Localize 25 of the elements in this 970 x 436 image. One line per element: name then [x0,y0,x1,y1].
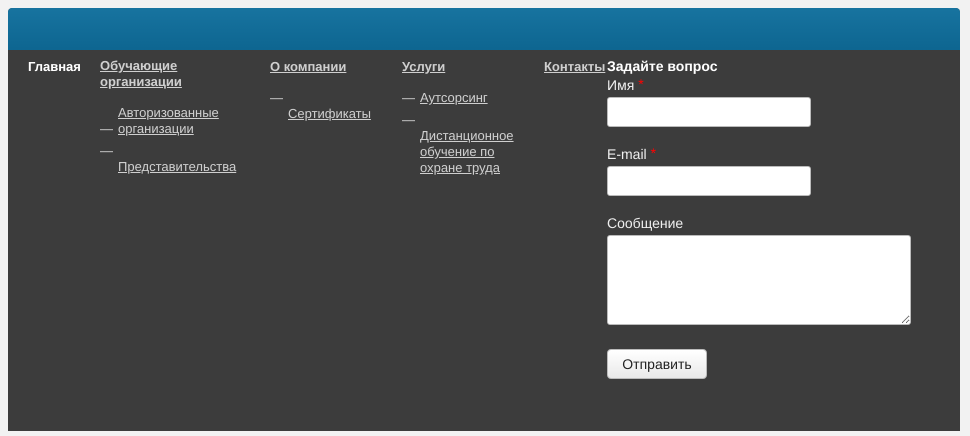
submenu-link[interactable]: Авторизованные организации [118,105,235,137]
dash-marker: — [402,90,416,106]
field-label: Имя [607,77,634,93]
message-field[interactable] [607,235,911,325]
submenu-link[interactable]: Аутсорсинг [420,90,488,106]
input-field[interactable] [607,97,811,127]
field-label: Сообщение [607,215,684,231]
field-label: E-mail [607,146,647,162]
nav-link[interactable]: Услуги [402,59,446,75]
nav-link[interactable]: Контакты [544,59,606,75]
required-mark: * [638,76,644,92]
nav-link[interactable]: О компании [270,59,346,75]
submit-button[interactable]: Отправить [607,349,707,379]
submenu-link[interactable]: Представительства [118,159,236,175]
dash-marker: — [270,90,284,106]
dash-marker: — [100,121,114,137]
form-title: Задайте вопрос [607,58,719,74]
dash-marker: — [100,143,114,159]
nav-link[interactable]: Главная [28,59,81,75]
nav-link[interactable]: Обучающие организации [100,58,250,90]
submenu-link[interactable]: Дистанционное обучение по охране труда [420,128,514,176]
dash-marker: — [402,112,416,128]
input-field[interactable] [607,166,811,196]
submenu-link[interactable]: Сертификаты [288,106,371,122]
required-mark: * [650,145,656,161]
